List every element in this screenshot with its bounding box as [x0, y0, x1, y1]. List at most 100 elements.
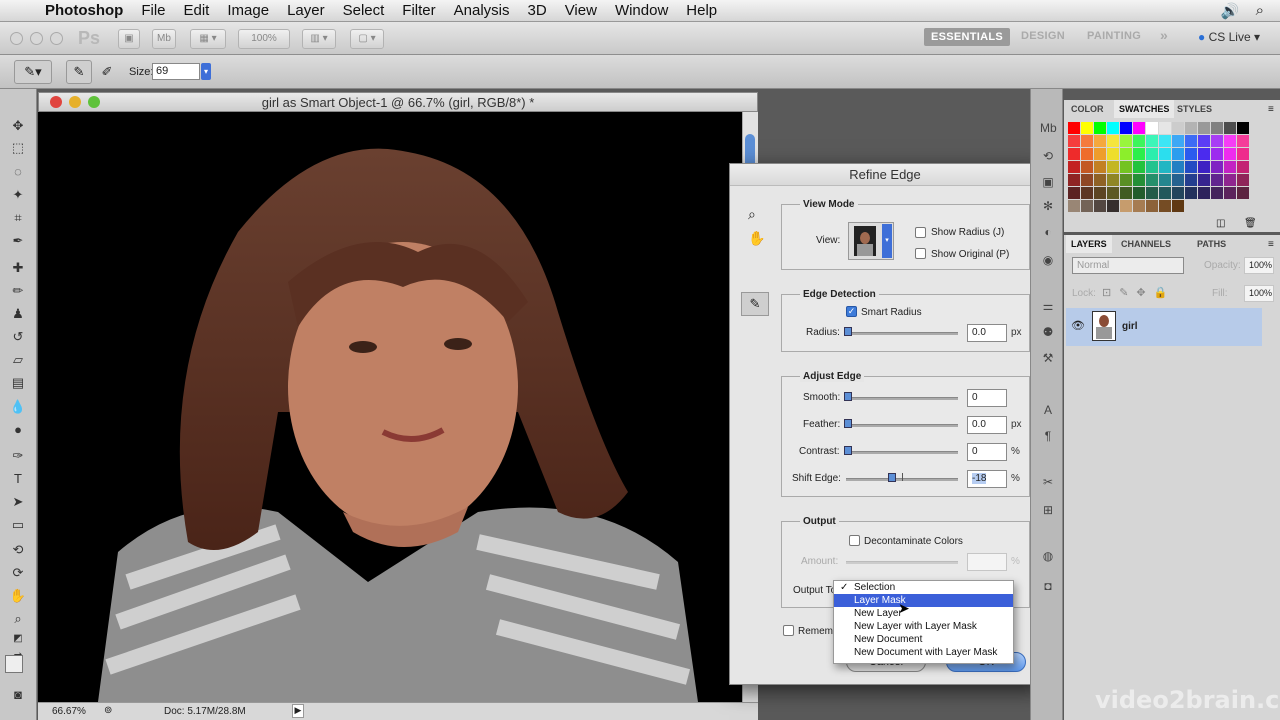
color-swatch[interactable]: [1211, 122, 1223, 134]
opacity-input[interactable]: 100%: [1244, 257, 1274, 274]
remember-settings-checkbox[interactable]: [783, 625, 794, 636]
color-swatch[interactable]: [1185, 187, 1197, 199]
color-swatch[interactable]: [1198, 148, 1210, 160]
color-swatch[interactable]: [1185, 161, 1197, 173]
color-swatch[interactable]: [1094, 187, 1106, 199]
tab-styles[interactable]: STYLES: [1172, 100, 1217, 118]
tab-channels[interactable]: CHANNELS: [1116, 235, 1176, 253]
lasso-tool-icon[interactable]: ◌: [8, 163, 28, 181]
color-swatch[interactable]: [1211, 135, 1223, 147]
color-swatch[interactable]: [1237, 174, 1249, 186]
character-panel-icon[interactable]: A: [1040, 403, 1056, 419]
smooth-slider[interactable]: [846, 397, 958, 400]
color-swatch[interactable]: [1185, 174, 1197, 186]
color-swatch[interactable]: [1185, 135, 1197, 147]
document-canvas[interactable]: [38, 112, 758, 702]
color-swatch[interactable]: [1146, 135, 1158, 147]
brush-tool-icon[interactable]: ✏: [8, 282, 28, 300]
color-swatch[interactable]: [1120, 148, 1132, 160]
workspace-essentials[interactable]: ESSENTIALS: [924, 28, 1011, 46]
color-swatch[interactable]: [1094, 200, 1106, 212]
size-input[interactable]: 69: [152, 63, 200, 80]
color-swatch[interactable]: [1211, 148, 1223, 160]
color-swatch[interactable]: [1107, 187, 1119, 199]
color-swatch[interactable]: [1146, 148, 1158, 160]
eyedropper-tool-icon[interactable]: ✒: [8, 232, 28, 250]
color-swatch[interactable]: [1198, 187, 1210, 199]
history-brush-tool-icon[interactable]: ↺: [8, 328, 28, 346]
feather-input[interactable]: 0.0: [967, 416, 1007, 434]
new-swatch-icon[interactable]: ◫: [1216, 218, 1225, 229]
fill-input[interactable]: 100%: [1244, 285, 1274, 302]
feather-slider[interactable]: [846, 424, 958, 427]
color-swatch[interactable]: [1211, 174, 1223, 186]
show-original-checkbox[interactable]: [915, 248, 926, 259]
move-tool-icon[interactable]: ✥: [8, 117, 28, 135]
radius-input[interactable]: 0.0: [967, 324, 1007, 342]
3d-orbit-tool-icon[interactable]: ⟳: [8, 564, 28, 582]
hand-tool-icon[interactable]: ✋: [8, 587, 28, 605]
document-title-bar[interactable]: girl as Smart Object-1 @ 66.7% (girl, RG…: [38, 92, 758, 112]
color-swatch[interactable]: [1172, 148, 1184, 160]
shift-edge-input[interactable]: -18: [967, 470, 1007, 488]
menu-analysis[interactable]: Analysis: [445, 2, 519, 19]
color-swatch[interactable]: [1146, 161, 1158, 173]
menu-3d[interactable]: 3D: [519, 2, 556, 19]
color-swatch[interactable]: [1224, 174, 1236, 186]
tab-swatches[interactable]: SWATCHES: [1114, 100, 1175, 118]
color-swatch[interactable]: [1146, 187, 1158, 199]
color-swatch[interactable]: [1081, 174, 1093, 186]
tab-color[interactable]: COLOR: [1066, 100, 1109, 118]
menu-file[interactable]: File: [132, 2, 174, 19]
type-tool-icon[interactable]: T: [8, 470, 28, 488]
color-swatch[interactable]: [1159, 148, 1171, 160]
menu-item-new-document-with-mask[interactable]: New Document with Layer Mask: [834, 646, 1013, 659]
color-swatch[interactable]: [1159, 200, 1171, 212]
radius-slider-knob[interactable]: [844, 327, 852, 336]
actions-panel-icon[interactable]: ✂: [1040, 475, 1056, 491]
navigator-panel-icon[interactable]: ▣: [1040, 175, 1056, 191]
path-selection-tool-icon[interactable]: ➤: [8, 493, 28, 511]
color-swatch[interactable]: [1107, 122, 1119, 134]
quick-selection-tool-icon[interactable]: ✦: [8, 186, 28, 204]
color-swatch[interactable]: [1120, 187, 1132, 199]
shape-tool-icon[interactable]: ▭: [8, 516, 28, 534]
zoom-level-field[interactable]: 66.67%: [52, 706, 86, 717]
volume-icon[interactable]: 🔊: [1221, 2, 1240, 20]
adjustments-panel-icon[interactable]: ◐: [1040, 225, 1056, 241]
color-swatch[interactable]: [1120, 174, 1132, 186]
contrast-input[interactable]: 0: [967, 443, 1007, 461]
color-swatch[interactable]: [1120, 135, 1132, 147]
eraser-tool-icon[interactable]: ▱: [8, 351, 28, 369]
menu-help[interactable]: Help: [677, 2, 726, 19]
color-swatch[interactable]: [1198, 161, 1210, 173]
gradient-tool-icon[interactable]: ▤: [8, 374, 28, 392]
cs-live-button[interactable]: ● CS Live ▾: [1198, 30, 1260, 44]
color-swatch[interactable]: [1081, 187, 1093, 199]
color-swatch[interactable]: [1068, 200, 1080, 212]
color-swatch[interactable]: [1120, 122, 1132, 134]
radius-slider[interactable]: [846, 332, 958, 335]
color-swatch[interactable]: [1081, 148, 1093, 160]
color-swatch[interactable]: [1198, 174, 1210, 186]
menu-view[interactable]: View: [556, 2, 606, 19]
smooth-input[interactable]: 0: [967, 389, 1007, 407]
color-swatch[interactable]: [1146, 122, 1158, 134]
color-swatch[interactable]: [1068, 161, 1080, 173]
view-dropdown-icon[interactable]: ▾: [882, 224, 892, 258]
color-swatch[interactable]: [1068, 135, 1080, 147]
info-panel-icon[interactable]: ⊞: [1040, 503, 1056, 519]
status-menu-arrow-icon[interactable]: ▶: [292, 704, 304, 718]
default-colors-icon[interactable]: ◩ ⇄: [8, 630, 28, 662]
mini-bridge-button[interactable]: Mb: [152, 29, 176, 49]
tab-layers[interactable]: LAYERS: [1066, 235, 1112, 253]
color-swatch[interactable]: [1107, 174, 1119, 186]
zoom-window-icon[interactable]: [50, 32, 63, 45]
clone-source-panel-icon[interactable]: ⚉: [1040, 325, 1056, 341]
feather-slider-knob[interactable]: [844, 419, 852, 428]
color-swatch[interactable]: [1224, 161, 1236, 173]
color-swatch[interactable]: [1172, 200, 1184, 212]
doc-minimize-icon[interactable]: [69, 96, 81, 108]
color-swatch[interactable]: [1224, 122, 1236, 134]
menu-item-new-document[interactable]: New Document: [834, 633, 1013, 646]
